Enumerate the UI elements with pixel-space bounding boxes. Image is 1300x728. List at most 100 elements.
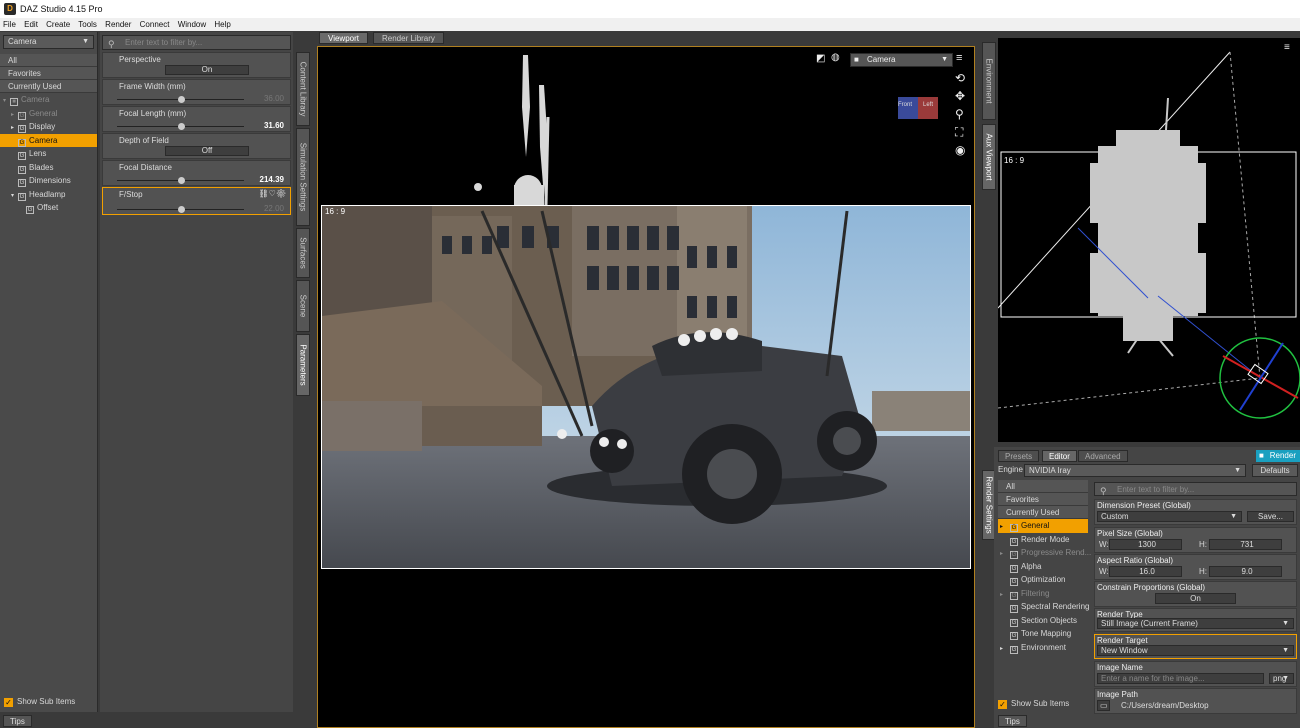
parameter-toggle[interactable]: On <box>165 65 249 75</box>
tab-scene[interactable]: Scene <box>296 280 310 332</box>
expand-arrow-icon[interactable]: ▾ <box>3 95 10 109</box>
pixel-height-field[interactable]: 731 <box>1209 539 1282 550</box>
rs-tips-tab[interactable]: Tips <box>998 715 1027 727</box>
aux-viewport[interactable]: 16 : 9 ≡ <box>997 38 1300 442</box>
expand-arrow-icon[interactable]: ▾ <box>11 190 18 204</box>
parameter-slider[interactable] <box>117 206 244 213</box>
render-type-select[interactable]: Still Image (Current Frame) ▼ <box>1097 618 1294 629</box>
reset-view-icon[interactable]: ◉ <box>955 143 965 157</box>
rs-show-sub-items-checkbox[interactable]: ✓ Show Sub Items <box>998 698 1069 710</box>
zoom-icon[interactable]: ⚲ <box>955 107 964 121</box>
rs-tree-item[interactable]: G Tone Mapping <box>998 627 1088 641</box>
tree-item[interactable]: ▸ G Display <box>0 120 97 134</box>
frame-icon[interactable]: ⛶ <box>955 125 963 140</box>
tab-presets[interactable]: Presets <box>998 450 1040 462</box>
rs-category-favorites[interactable]: Favorites <box>998 493 1088 506</box>
rs-tree-item[interactable]: ▸ G Progressive Rend... <box>998 546 1091 560</box>
save-preset-button[interactable]: Save... <box>1247 511 1294 522</box>
parameter-value[interactable]: 31.60 <box>264 121 284 130</box>
constrain-toggle[interactable]: On <box>1155 593 1236 604</box>
parameter-slider[interactable] <box>117 96 244 103</box>
tab-editor[interactable]: Editor <box>1042 450 1077 462</box>
parameter-value[interactable]: 22.00 <box>264 204 284 213</box>
parameter-slider[interactable] <box>117 123 244 130</box>
menu-create[interactable]: Create <box>46 20 70 29</box>
params-search-input[interactable]: ⚲ Enter text to filter by... <box>102 35 291 50</box>
parameter-options-icon[interactable]: ⛓♡⚙ <box>259 189 286 198</box>
orbit-icon[interactable]: ⟲ <box>955 71 965 85</box>
rs-tree-item[interactable]: G Section Objects <box>998 614 1088 628</box>
render-target-select[interactable]: New Window ▼ <box>1097 645 1294 656</box>
tree-item[interactable]: G Offset <box>0 201 97 215</box>
rs-category-currently-used[interactable]: Currently Used <box>998 506 1088 519</box>
parameter-slider[interactable] <box>117 177 244 184</box>
tree-item-label: Blades <box>29 162 54 172</box>
tree-item[interactable]: ▾ G Headlamp <box>0 188 97 202</box>
menu-edit[interactable]: Edit <box>24 20 38 29</box>
aspect-height-field[interactable]: 9.0 <box>1209 566 1282 577</box>
tab-surfaces[interactable]: Surfaces <box>296 228 310 278</box>
rs-tree-item[interactable]: ▸ G Filtering <box>998 587 1088 601</box>
menu-render[interactable]: Render <box>105 20 131 29</box>
parameter-value[interactable]: 36.00 <box>264 94 284 103</box>
rs-tree-item[interactable]: G Alpha <box>998 560 1088 574</box>
tree-item[interactable]: G Blades <box>0 161 97 175</box>
slider-knob[interactable] <box>177 177 185 184</box>
menu-window[interactable]: Window <box>178 20 206 29</box>
rs-search-input[interactable]: ⚲ Enter text to filter by... <box>1094 482 1297 496</box>
node-select[interactable]: Camera ▼ <box>3 35 94 49</box>
viewport-camera-select[interactable]: ■ Camera ▼ <box>850 53 953 67</box>
tree-item[interactable]: G Lens <box>0 147 97 161</box>
aspect-width-field[interactable]: 16.0 <box>1109 566 1182 577</box>
tab-render-library[interactable]: Render Library <box>373 32 444 44</box>
rs-category-all[interactable]: All <box>998 480 1088 493</box>
rs-tree-item[interactable]: ▸ G General <box>998 519 1088 533</box>
tree-item[interactable]: ▸ G General <box>0 107 97 121</box>
tips-tab[interactable]: Tips <box>3 715 32 727</box>
viewport[interactable]: ◩ ◍ ■ Camera ▼ ≡ Front Left ⟲ ✥ ⚲ ⛶ ◉ 16… <box>317 46 975 728</box>
shading-sphere-icon[interactable]: ◍ <box>831 52 840 63</box>
dimension-preset-select[interactable]: Custom ▼ <box>1097 511 1242 522</box>
menu-connect[interactable]: Connect <box>140 20 170 29</box>
rs-tree-item[interactable]: G Spectral Rendering <box>998 600 1089 614</box>
menu-help[interactable]: Help <box>214 20 230 29</box>
pan-icon[interactable]: ✥ <box>955 89 965 103</box>
aux-menu-icon[interactable]: ≡ <box>1284 42 1290 53</box>
rs-tree-item[interactable]: G Optimization <box>998 573 1088 587</box>
tab-parameters[interactable]: Parameters <box>296 334 310 396</box>
draw-style-icon[interactable]: ◩ <box>816 53 825 64</box>
slider-knob[interactable] <box>177 206 185 213</box>
parameter-toggle[interactable]: Off <box>165 146 249 156</box>
tree-item[interactable]: ▾ ■ Camera <box>0 93 97 107</box>
slider-knob[interactable] <box>177 96 185 103</box>
category-favorites[interactable]: Favorites <box>0 67 97 80</box>
menu-tools[interactable]: Tools <box>78 20 97 29</box>
show-sub-items-checkbox[interactable]: ✓ Show Sub Items <box>4 696 75 708</box>
image-name-field[interactable]: Enter a name for the image... <box>1097 673 1264 684</box>
parameters-panel: ⚲ Enter text to filter by... Perspective… <box>100 32 293 712</box>
tab-aux-viewport[interactable]: Aux Viewport <box>982 124 996 190</box>
slider-knob[interactable] <box>177 123 185 130</box>
tab-environment[interactable]: Environment <box>982 42 996 120</box>
rs-tree-item[interactable]: G Render Mode <box>998 533 1088 547</box>
category-all[interactable]: All <box>0 54 97 67</box>
tab-simulation-settings[interactable]: Simulation Settings <box>296 128 310 226</box>
tab-advanced[interactable]: Advanced <box>1078 450 1128 462</box>
rs-tree-item[interactable]: ▸ G Environment <box>998 641 1088 655</box>
viewport-menu-icon[interactable]: ≡ <box>956 52 962 64</box>
menu-file[interactable]: File <box>3 20 16 29</box>
tree-item[interactable]: G Camera <box>0 133 97 147</box>
engine-select[interactable]: NVIDIA Iray ▼ <box>1024 464 1246 477</box>
view-cube[interactable] <box>896 95 940 123</box>
defaults-button[interactable]: Defaults <box>1252 464 1298 477</box>
parameter-value[interactable]: 214.39 <box>260 175 284 184</box>
tab-content-library[interactable]: Content Library <box>296 52 310 126</box>
browse-folder-button[interactable]: ▭ <box>1097 700 1110 711</box>
expand-arrow-icon[interactable]: ▸ <box>1000 643 1007 657</box>
render-button[interactable]: ■ Render <box>1256 450 1300 462</box>
image-ext-select[interactable]: png ▼ <box>1269 673 1294 684</box>
pixel-width-field[interactable]: 1300 <box>1109 539 1182 550</box>
tab-viewport[interactable]: Viewport <box>319 32 368 44</box>
tree-item[interactable]: G Dimensions <box>0 174 97 188</box>
category-currently-used[interactable]: Currently Used <box>0 80 97 93</box>
